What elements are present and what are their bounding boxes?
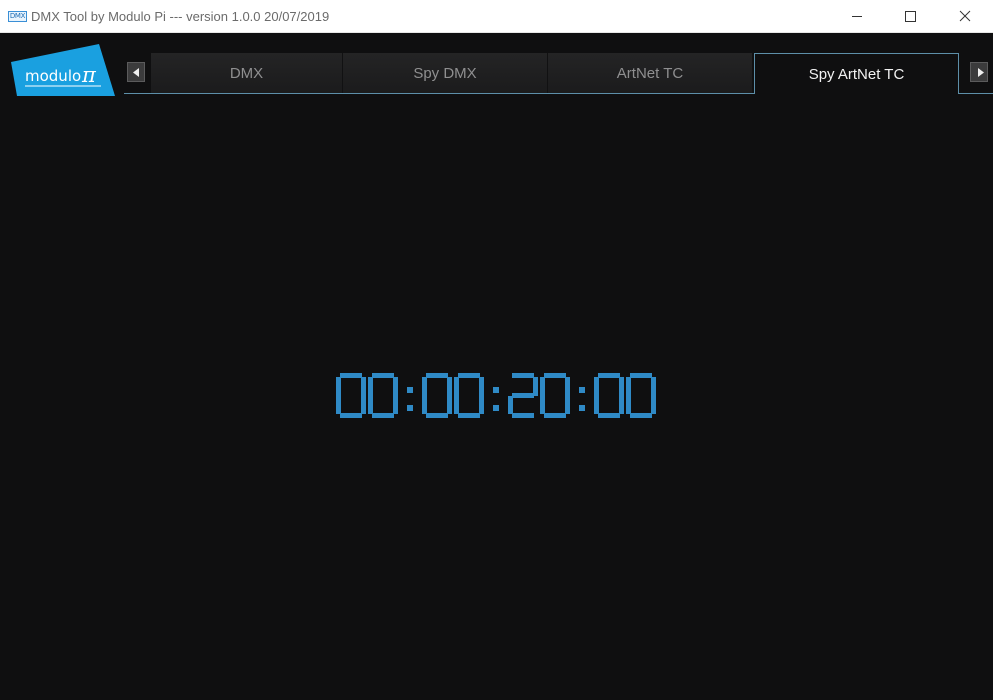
main-content: modulo π DMX Spy DMX ArtNet TC Spy ArtNe… [0,33,993,700]
timecode-separator [570,373,594,418]
tab-baseline-right [958,93,993,94]
timecode-digit [422,373,452,418]
maximize-icon [905,11,916,22]
minimize-icon [852,16,862,17]
timecode-minutes [422,373,484,418]
app-window: DMX DMX Tool by Modulo Pi --- version 1.… [0,0,993,700]
timecode-digit [626,373,656,418]
tab-dmx[interactable]: DMX [151,53,343,93]
logo-text: modulo [25,67,81,85]
tab-spy-dmx[interactable]: Spy DMX [343,53,548,93]
tab-baseline-left [124,93,755,94]
maximize-button[interactable] [887,0,933,32]
timecode-digit [540,373,570,418]
modulo-pi-logo: modulo π [11,44,115,96]
title-bar[interactable]: DMX DMX Tool by Modulo Pi --- version 1.… [0,0,993,33]
tab-spy-artnet-tc[interactable]: Spy ArtNet TC [754,53,959,94]
timecode-separator [484,373,508,418]
close-button[interactable] [941,0,987,32]
timecode-seconds [508,373,570,418]
tab-scroll-right-button[interactable] [970,62,988,82]
tab-scroll-left-button[interactable] [127,62,145,82]
window-title: DMX Tool by Modulo Pi --- version 1.0.0 … [31,9,330,24]
app-icon: DMX [8,11,27,22]
timecode-frames [594,373,656,418]
timecode-digit [368,373,398,418]
timecode-hours [336,373,398,418]
minimize-button[interactable] [833,0,879,32]
timecode-digit [454,373,484,418]
triangle-right-icon [978,68,984,77]
close-icon [959,10,971,22]
timecode-digit [594,373,624,418]
timecode-separator [398,373,422,418]
timecode-display [336,373,656,419]
timecode-digit [336,373,366,418]
logo-symbol: π [81,63,97,87]
timecode-digit [508,373,538,418]
tab-bar: DMX Spy DMX ArtNet TC Spy ArtNet TC [151,53,961,94]
triangle-left-icon [133,68,139,77]
tab-artnet-tc[interactable]: ArtNet TC [548,53,753,93]
